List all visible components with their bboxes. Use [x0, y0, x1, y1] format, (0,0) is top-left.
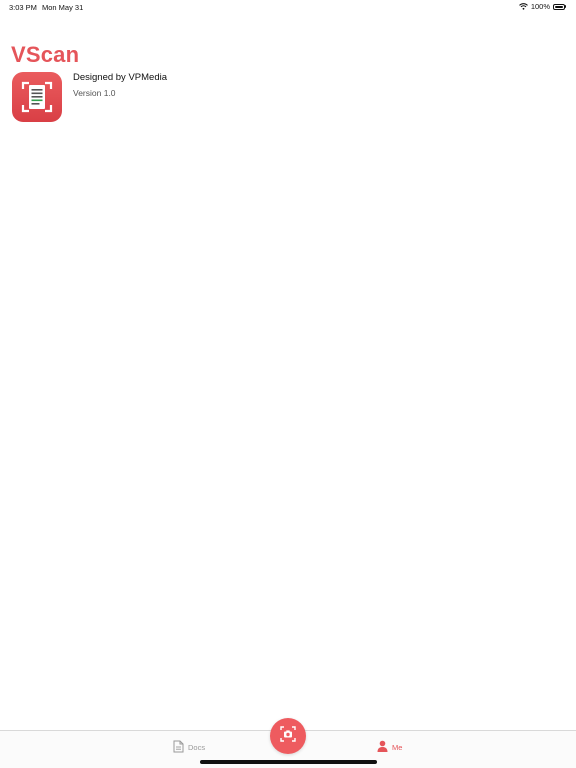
tab-me[interactable]: Me [377, 740, 402, 754]
scan-button[interactable] [270, 718, 306, 754]
tab-docs[interactable]: Docs [173, 740, 205, 755]
status-indicators: 100% [518, 2, 566, 11]
battery-icon [553, 3, 566, 10]
status-time: 3:03 PM [9, 3, 37, 12]
tab-docs-label: Docs [188, 743, 206, 752]
page-title: VScan [11, 42, 80, 67]
status-date: Mon May 31 [42, 3, 84, 12]
person-icon [377, 740, 388, 754]
document-icon [173, 740, 184, 755]
wifi-icon [518, 3, 528, 10]
tab-me-label: Me [392, 742, 403, 752]
home-indicator[interactable] [200, 760, 377, 764]
status-bar: 3:03 PM Mon May 31 100% [0, 0, 576, 14]
version-label: Version 1.0 [73, 88, 116, 98]
battery-percent: 100% [530, 2, 550, 11]
camera-scan-icon [279, 725, 297, 748]
designer-label: Designed by VPMedia [73, 72, 167, 83]
document-scan-icon [12, 72, 62, 122]
